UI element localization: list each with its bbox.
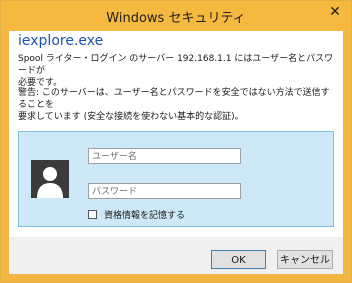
title-bar[interactable]: Windows セキュリティ ✕ bbox=[1, 1, 351, 31]
remember-checkbox[interactable] bbox=[88, 209, 97, 219]
username-field[interactable]: ユーザー名 bbox=[88, 148, 241, 164]
close-icon: ✕ bbox=[329, 3, 341, 20]
warning-message-line1: 警告: このサーバーは、ユーザー名とパスワードを安全ではない方法で送信することを bbox=[18, 88, 330, 110]
app-name: iexplore.exe bbox=[18, 33, 104, 49]
remember-label: 資格情報を記憶する bbox=[104, 210, 186, 221]
remember-credentials-option[interactable]: 資格情報を記憶する bbox=[88, 208, 186, 221]
server-message-line1: Spool ライター・ログイン のサーバー 192.168.1.1 にはユーザー… bbox=[18, 54, 334, 76]
server-message: Spool ライター・ログイン のサーバー 192.168.1.1 にはユーザー… bbox=[18, 53, 338, 89]
security-dialog-window: Windows セキュリティ ✕ iexplore.exe Spool ライター… bbox=[0, 0, 352, 283]
window-title: Windows セキュリティ bbox=[106, 11, 246, 26]
warning-message: 警告: このサーバーは、ユーザー名とパスワードを安全ではない方法で送信することを… bbox=[18, 87, 338, 123]
ok-button[interactable]: OK bbox=[211, 250, 266, 269]
warning-message-line2: 要求しています (安全な接続を使わない基本的な認証)。 bbox=[18, 112, 244, 122]
dialog-body: iexplore.exe Spool ライター・ログイン のサーバー 192.1… bbox=[9, 31, 343, 274]
username-placeholder: ユーザー名 bbox=[92, 152, 137, 162]
password-field[interactable]: パスワード bbox=[88, 183, 241, 199]
password-placeholder: パスワード bbox=[92, 187, 138, 197]
credential-panel: ユーザー名 パスワード 資格情報を記憶する bbox=[18, 131, 334, 227]
close-button[interactable]: ✕ bbox=[325, 2, 345, 21]
button-bar: OK キャンセル bbox=[9, 237, 343, 274]
cancel-button[interactable]: キャンセル bbox=[277, 250, 333, 269]
user-silhouette-icon bbox=[31, 160, 69, 198]
